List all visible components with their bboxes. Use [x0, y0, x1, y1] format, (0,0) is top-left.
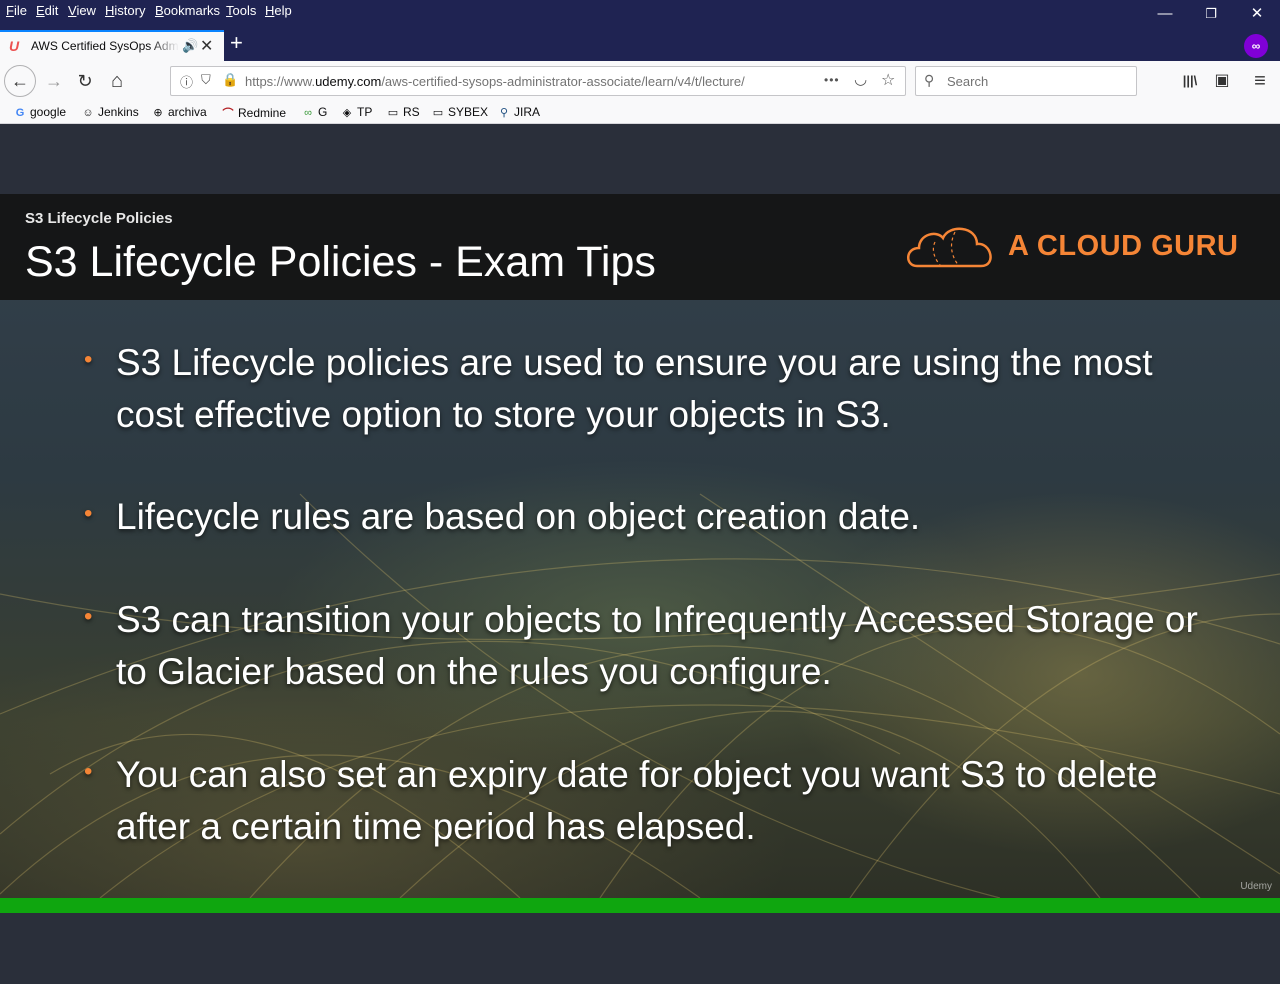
- folder-icon: ▭: [387, 107, 399, 119]
- bookmark-redmine[interactable]: ⌒ Redmine: [221, 105, 287, 121]
- bookmark-tp[interactable]: ◈ TP: [340, 105, 373, 119]
- menu-tools[interactable]: Tools: [226, 3, 256, 18]
- audio-playing-icon[interactable]: 🔊: [182, 38, 198, 54]
- menu-history[interactable]: History: [105, 3, 145, 18]
- page-actions-icon[interactable]: •••: [824, 73, 840, 87]
- new-tab-button[interactable]: +: [230, 32, 243, 54]
- close-window-button[interactable]: ✕: [1244, 4, 1270, 24]
- menu-bar: File Edit View History Bookmarks Tools H…: [0, 0, 1280, 28]
- forward-button[interactable]: →: [40, 67, 68, 95]
- bookmark-archiva[interactable]: ⊕ archiva: [151, 105, 206, 119]
- page-content: S3 Lifecycle Policies S3 Lifecycle Polic…: [0, 124, 1280, 984]
- link-icon: ∞: [304, 107, 312, 119]
- bullet-text: You can also set an expiry date for obje…: [116, 754, 1158, 847]
- library-icon[interactable]: |||\: [1176, 67, 1204, 95]
- menu-help[interactable]: Help: [265, 3, 292, 18]
- bullet-text: S3 Lifecycle policies are used to ensure…: [116, 342, 1153, 435]
- menu-file[interactable]: File: [6, 3, 27, 18]
- bullet-text: Lifecycle rules are based on object crea…: [116, 496, 921, 537]
- menu-view[interactable]: View: [68, 3, 96, 18]
- a-cloud-guru-logo: A CLOUD GURU: [905, 220, 1245, 272]
- tab-title: AWS Certified SysOps Administrator - Ass…: [31, 39, 179, 53]
- slide-breadcrumb: S3 Lifecycle Policies: [25, 210, 173, 227]
- bullet-item: • S3 Lifecycle policies are used to ensu…: [84, 337, 1204, 441]
- bullet-dot: •: [84, 758, 93, 785]
- udemy-watermark: Udemy: [1240, 881, 1272, 892]
- bullet-dot: •: [84, 346, 93, 373]
- bookmark-star-icon[interactable]: ☆: [881, 70, 895, 90]
- bookmark-google[interactable]: Ggoogle: [13, 105, 66, 119]
- bookmark-jira[interactable]: ⚲ JIRA: [497, 105, 540, 119]
- url-text[interactable]: https://www.udemy.com/aws-certified-syso…: [245, 74, 790, 89]
- lecture-video[interactable]: S3 Lifecycle Policies S3 Lifecycle Polic…: [0, 194, 1280, 898]
- minimize-button[interactable]: —: [1152, 4, 1178, 24]
- search-icon: ⚲: [924, 72, 935, 88]
- globe-icon: ⊕: [153, 107, 163, 119]
- slide-title: S3 Lifecycle Policies - Exam Tips: [25, 238, 656, 286]
- back-button[interactable]: ←: [4, 65, 36, 97]
- bullet-item: • You can also set an expiry date for ob…: [84, 749, 1204, 853]
- bullet-item: • S3 can transition your objects to Infr…: [84, 594, 1204, 698]
- menu-bookmarks[interactable]: Bookmarks: [155, 3, 220, 18]
- reload-button[interactable]: ↻: [71, 67, 99, 95]
- bullet-dot: •: [84, 500, 93, 527]
- slide-header: S3 Lifecycle Policies S3 Lifecycle Polic…: [0, 194, 1280, 300]
- bookmark-folder-rs[interactable]: ▭ RS: [386, 105, 420, 119]
- search-placeholder: Search: [947, 74, 989, 89]
- tab-udemy-course[interactable]: U AWS Certified SysOps Administrator - A…: [0, 30, 224, 61]
- private-browsing-icon: ∞: [1244, 34, 1268, 58]
- jira-icon: ⚲: [499, 107, 509, 119]
- navigation-bar: ← → ↻ ⌂ ⓘ ⛉ 🔒 https://www.udemy.com/aws-…: [0, 61, 1280, 101]
- home-button[interactable]: ⌂: [103, 67, 131, 95]
- tab-bar: U AWS Certified SysOps Administrator - A…: [0, 28, 1280, 61]
- diamond-icon: ◈: [342, 107, 352, 119]
- video-progress-bar[interactable]: [0, 898, 1280, 913]
- hamburger-menu-icon[interactable]: ≡: [1246, 67, 1274, 95]
- logo-text: A CLOUD GURU: [1008, 230, 1239, 262]
- secure-lock-icon[interactable]: 🔒: [222, 72, 238, 88]
- info-icon[interactable]: ⓘ: [180, 72, 193, 91]
- bookmark-jenkins[interactable]: ☺ Jenkins: [81, 105, 138, 119]
- bullet-text: S3 can transition your objects to Infreq…: [116, 599, 1198, 692]
- bookmark-folder-sybex[interactable]: ▭ SYBEX: [431, 105, 488, 119]
- folder-icon: ▭: [432, 107, 444, 119]
- tracking-shield-icon[interactable]: ⛉: [201, 72, 211, 88]
- search-bar[interactable]: ⚲ Search: [915, 66, 1137, 96]
- sidebar-icon[interactable]: ▣: [1208, 67, 1236, 95]
- udemy-favicon-icon: U: [9, 38, 20, 54]
- bullet-dot: •: [84, 603, 93, 630]
- jenkins-icon: ☺: [82, 107, 94, 119]
- restore-button[interactable]: ❐: [1198, 4, 1224, 24]
- bookmark-g[interactable]: ∞ G: [301, 105, 327, 119]
- bullet-item: • Lifecycle rules are based on object cr…: [84, 491, 1204, 543]
- redmine-icon: ⌒: [222, 108, 234, 120]
- tab-close-icon[interactable]: ✕: [200, 36, 213, 56]
- bookmarks-toolbar: Ggoogle ☺ Jenkins ⊕ archiva ⌒ Redmine ∞ G ◈ T…: [0, 101, 1280, 124]
- pocket-icon[interactable]: ◡: [854, 70, 867, 88]
- google-icon: G: [15, 107, 25, 119]
- url-bar[interactable]: ⓘ ⛉ 🔒 https://www.udemy.com/aws-certifie…: [170, 66, 906, 96]
- menu-edit[interactable]: Edit: [36, 3, 58, 18]
- cloud-logo-icon: [907, 227, 992, 268]
